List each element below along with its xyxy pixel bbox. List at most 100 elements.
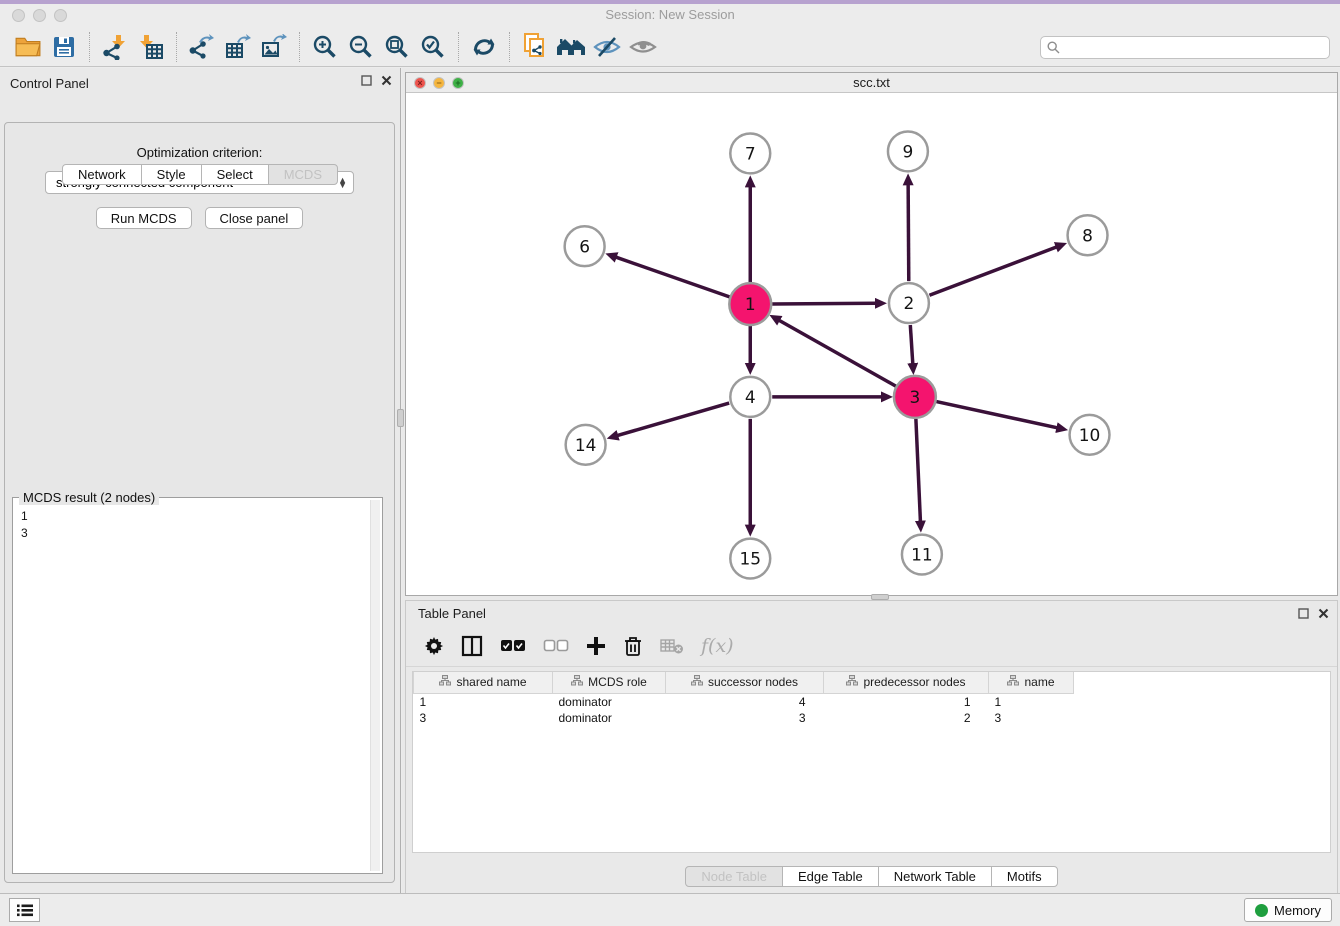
node-label-15: 15 [739, 549, 761, 569]
column-header-successor-nodes[interactable]: successor nodes [666, 672, 824, 693]
network-graph-canvas[interactable]: 1234678910111415 [406, 93, 1337, 595]
export-table-icon[interactable] [220, 31, 256, 63]
toolbar-separator [89, 32, 90, 62]
toolbar-separator [299, 32, 300, 62]
tab-edge-table[interactable]: Edge Table [782, 866, 879, 887]
home-icon[interactable] [553, 31, 589, 63]
gear-icon[interactable] [424, 636, 444, 656]
close-panel-button[interactable]: Close panel [205, 207, 304, 229]
import-table-icon[interactable] [133, 31, 169, 63]
table-row[interactable]: 1dominator411 [414, 693, 1074, 710]
table-panel-title: Table Panel [418, 606, 486, 621]
control-panel-header: Control Panel [0, 68, 400, 100]
edge-2-3[interactable] [910, 325, 912, 364]
workspace-area: × − + scc.txt 1234678910111415 Table Pan… [402, 68, 1340, 897]
deselect-all-checkboxes-icon[interactable] [543, 639, 569, 653]
title-bar: Session: New Session [0, 4, 1340, 28]
mcds-result-list: 13 [21, 508, 370, 871]
zoom-in-icon[interactable] [307, 31, 343, 63]
edge-3-1[interactable] [779, 320, 896, 386]
edge-2-8[interactable] [929, 247, 1056, 295]
edge-4-14[interactable] [617, 403, 729, 436]
delete-column-icon[interactable] [623, 635, 643, 657]
show-panels-icon[interactable] [625, 31, 661, 63]
node-label-14: 14 [575, 435, 597, 455]
edge-2-9[interactable] [908, 184, 909, 281]
table-cell[interactable]: 1 [989, 693, 1074, 710]
search-input[interactable] [1065, 40, 1323, 54]
node-label-2: 2 [904, 293, 915, 313]
save-icon[interactable] [46, 31, 82, 63]
table-cell[interactable]: 1 [824, 693, 989, 710]
edge-1-6[interactable] [616, 257, 730, 297]
table-panel-header: Table Panel [406, 601, 1337, 625]
tab-node-table[interactable]: Node Table [685, 866, 783, 887]
close-panel-icon[interactable] [381, 75, 392, 86]
table-cell[interactable]: dominator [553, 710, 666, 726]
zoom-selected-icon[interactable] [415, 31, 451, 63]
memory-button[interactable]: Memory [1244, 898, 1332, 922]
add-column-icon[interactable] [586, 636, 606, 656]
run-mcds-button[interactable]: Run MCDS [96, 207, 192, 229]
float-panel-icon[interactable] [1298, 608, 1309, 619]
tab-select[interactable]: Select [201, 164, 269, 185]
table-cell[interactable]: 1 [414, 693, 553, 710]
mcds-result-scrollbar[interactable] [370, 500, 380, 871]
import-network-icon[interactable] [97, 31, 133, 63]
float-panel-icon[interactable] [361, 75, 372, 86]
table-cell[interactable]: 3 [989, 710, 1074, 726]
column-tree-icon [846, 675, 858, 689]
node-label-1: 1 [745, 294, 756, 314]
export-network-icon[interactable] [184, 31, 220, 63]
panel-splitter-handle[interactable] [397, 409, 404, 427]
zoom-out-icon[interactable] [343, 31, 379, 63]
table-cell[interactable]: 3 [666, 710, 824, 726]
main-toolbar [0, 28, 1340, 67]
network-file-icon[interactable] [517, 31, 553, 63]
select-all-checkboxes-icon[interactable] [500, 639, 526, 653]
status-bar: Memory [0, 893, 1340, 926]
search-icon [1047, 41, 1060, 54]
mcds-result-box: MCDS result (2 nodes) 13 [12, 497, 383, 874]
open-folder-icon[interactable] [10, 31, 46, 63]
zoom-fit-icon[interactable] [379, 31, 415, 63]
node-label-9: 9 [903, 142, 914, 162]
table-cell[interactable]: 3 [414, 710, 553, 726]
column-header-predecessor-nodes[interactable]: predecessor nodes [824, 672, 989, 693]
table-cell[interactable]: 2 [824, 710, 989, 726]
node-table[interactable]: shared nameMCDS rolesuccessor nodesprede… [412, 671, 1331, 853]
edge-1-2[interactable] [772, 303, 876, 304]
column-header-MCDS-role[interactable]: MCDS role [553, 672, 666, 693]
split-view-icon[interactable] [461, 635, 483, 657]
optimization-criterion-label: Optimization criterion: [5, 145, 394, 160]
task-history-button[interactable] [9, 898, 40, 922]
column-header-name[interactable]: name [989, 672, 1074, 693]
control-panel-title: Control Panel [10, 76, 89, 91]
table-cell[interactable]: dominator [553, 693, 666, 710]
refresh-icon[interactable] [466, 31, 502, 63]
edge-3-11[interactable] [916, 419, 921, 522]
column-tree-icon [1007, 675, 1019, 689]
control-panel: Control Panel NetworkStyleSelectMCDS Opt… [0, 68, 401, 897]
table-cell[interactable]: 4 [666, 693, 824, 710]
table-row[interactable]: 3dominator323 [414, 710, 1074, 726]
list-icon [17, 904, 33, 917]
toolbar-separator [458, 32, 459, 62]
tab-motifs[interactable]: Motifs [991, 866, 1058, 887]
node-label-4: 4 [745, 387, 756, 407]
edge-3-10[interactable] [936, 402, 1057, 428]
network-view-window: × − + scc.txt 1234678910111415 [405, 72, 1338, 596]
export-image-icon[interactable] [256, 31, 292, 63]
column-header-shared-name[interactable]: shared name [414, 672, 553, 693]
tab-network[interactable]: Network [62, 164, 142, 185]
column-tree-icon [691, 675, 703, 689]
hide-panels-icon[interactable] [589, 31, 625, 63]
tab-style[interactable]: Style [141, 164, 202, 185]
node-label-3: 3 [910, 387, 921, 407]
search-field[interactable] [1040, 36, 1330, 59]
tab-mcds[interactable]: MCDS [268, 164, 338, 185]
delete-table-icon [660, 637, 684, 655]
mcds-result-item: 3 [21, 525, 370, 542]
close-panel-icon[interactable] [1318, 608, 1329, 619]
tab-network-table[interactable]: Network Table [878, 866, 992, 887]
